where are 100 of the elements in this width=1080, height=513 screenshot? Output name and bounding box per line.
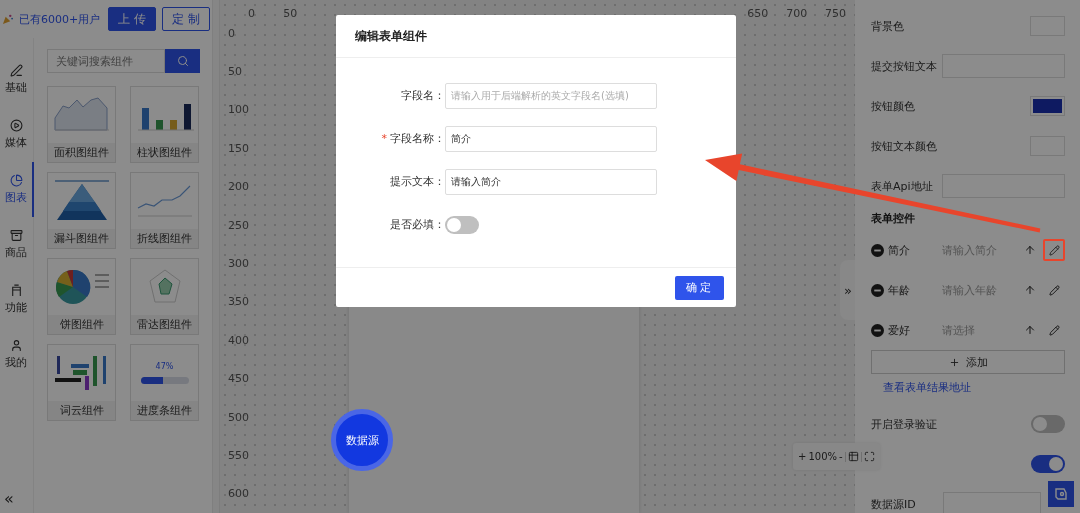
user-count: 已有6000+用户 (19, 11, 101, 27)
toggle-switch[interactable] (1031, 415, 1065, 433)
remove-icon[interactable] (871, 323, 884, 337)
remove-icon[interactable] (871, 243, 884, 257)
pencil-icon (1048, 284, 1060, 296)
component-label: 进度条组件 (131, 401, 198, 420)
nav-label: 媒体 (5, 135, 27, 150)
search-button[interactable] (165, 49, 200, 73)
field-label: 字段名称： (390, 131, 445, 146)
ruler-label: 650 (746, 6, 770, 20)
text-field[interactable]: 请输入简介 (445, 168, 657, 195)
ruler-label: 500 (227, 409, 250, 426)
setting-label: 表单Api地址 (871, 178, 933, 194)
setting-label: 数据源ID (871, 496, 916, 512)
setting-label: 开启登录验证 (871, 416, 937, 432)
collapse-button[interactable]: « (0, 491, 33, 507)
section-title: 表单控件 (871, 210, 916, 227)
search-icon (176, 55, 189, 67)
result-link[interactable]: 查看表单结果地址 (883, 380, 1065, 394)
customize-button[interactable]: 定制 (162, 7, 211, 31)
user-icon (9, 339, 23, 352)
component-card[interactable]: 面积图组件 (47, 86, 116, 163)
edit-button[interactable] (1043, 239, 1065, 261)
component-card[interactable]: 折线图组件 (130, 172, 199, 249)
nav-label: 图表 (5, 190, 27, 205)
nav-label: 基础 (5, 80, 27, 95)
text-field[interactable]: 简介 (445, 125, 657, 152)
control-name: 简介 (888, 242, 911, 258)
ruler-label: 400 (227, 332, 250, 349)
datasource-button[interactable]: 数据源 (331, 409, 393, 471)
component-label: 词云组件 (48, 401, 115, 420)
nav-tab[interactable]: 商品 (0, 217, 34, 272)
ruler-label: 600 (227, 486, 250, 503)
nav-tab[interactable]: 基础 (0, 52, 34, 107)
progress-value: 47% (155, 362, 174, 371)
confirm-button[interactable]: 确定 (675, 275, 724, 300)
zoom-out-button[interactable]: - (839, 451, 843, 462)
nav-tab[interactable]: 我的 (0, 327, 34, 382)
component-card[interactable]: 柱状图组件 (130, 86, 199, 163)
nav-label: 我的 (5, 355, 27, 370)
text-field[interactable]: 请输入用于后端解析的英文字段名(选填) (445, 82, 657, 109)
add-button[interactable]: 添加 (871, 350, 1065, 374)
component-label: 折线图组件 (131, 229, 198, 248)
play-icon (9, 119, 23, 132)
upload-button[interactable]: 上传 (108, 7, 157, 31)
setting-label: 提交按钮文本 (871, 58, 937, 74)
arrow-up-icon (1024, 324, 1036, 336)
field-label: 字段名： (401, 88, 445, 103)
ruler-label: 550 (227, 447, 250, 464)
ruler-label: 50 (282, 6, 299, 20)
ruler-label: 50 (227, 64, 243, 80)
gate-icon (9, 284, 23, 297)
component-card[interactable]: 饼图组件 (47, 258, 116, 335)
pen-icon (9, 64, 23, 77)
nav-tab[interactable]: 媒体 (0, 107, 34, 162)
pencil-icon (1048, 324, 1060, 336)
ruler-label: 100 (227, 102, 250, 119)
component-card[interactable]: 47% 进度条组件 (130, 344, 199, 421)
ruler-label: 250 (227, 217, 250, 234)
zoom-value: 100% (808, 451, 838, 462)
remove-icon[interactable] (871, 283, 884, 297)
component-label: 饼图组件 (48, 315, 115, 334)
grid-icon[interactable] (847, 451, 859, 462)
component-label: 雷达图组件 (131, 315, 198, 334)
nav-label: 功能 (5, 300, 27, 315)
nav-tab[interactable]: 图表 (0, 162, 34, 217)
chat-icon (1054, 487, 1068, 501)
ruler-label: 750 (824, 6, 848, 20)
component-label: 漏斗图组件 (48, 229, 115, 248)
component-label: 柱状图组件 (131, 143, 198, 162)
ruler-label: 0 (246, 6, 256, 20)
ruler-label: 350 (227, 294, 250, 311)
pencil-icon (1048, 244, 1060, 256)
ruler-label: 450 (227, 371, 250, 388)
component-card[interactable]: 雷达图组件 (130, 258, 199, 335)
ruler-label: 700 (785, 6, 809, 20)
field-label: 是否必填： (390, 217, 445, 232)
ruler-label: 300 (227, 255, 250, 272)
ruler-label: 0 (227, 25, 236, 42)
toggle-switch[interactable] (445, 215, 479, 234)
arrow-up-icon (1024, 244, 1036, 256)
setting-label: 按钮颜色 (871, 98, 915, 114)
field-label: 提示文本： (390, 174, 445, 189)
party-popper-icon (2, 13, 13, 25)
zoom-in-button[interactable]: + (798, 451, 807, 462)
search-field[interactable]: 关键词搜索组件 (47, 49, 165, 73)
setting-label: 按钮文本颜色 (871, 138, 937, 154)
toggle-switch[interactable] (1031, 455, 1065, 473)
ruler-label: 150 (227, 140, 250, 157)
component-label: 面积图组件 (48, 143, 115, 162)
pie-chart-icon (9, 174, 23, 187)
plus-icon (948, 356, 960, 368)
float-button[interactable] (1048, 481, 1074, 507)
component-card[interactable]: 漏斗图组件 (47, 172, 116, 249)
archive-icon (9, 229, 23, 242)
expand-tab[interactable]: » (840, 260, 856, 320)
nav-tab[interactable]: 功能 (0, 272, 34, 327)
fullscreen-icon[interactable] (863, 451, 875, 462)
ruler-label: 200 (227, 179, 250, 196)
component-card[interactable]: 词云组件 (47, 344, 116, 421)
